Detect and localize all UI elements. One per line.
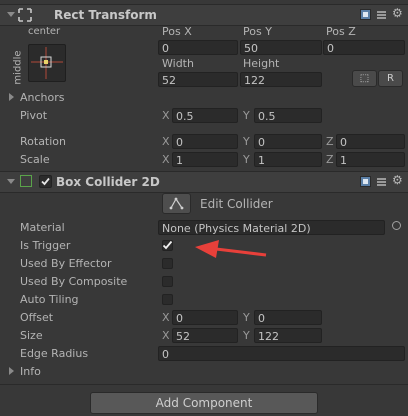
add-component-label: Add Component xyxy=(155,396,253,410)
rect-transform-header[interactable]: Rect Transform ⚙ xyxy=(0,4,408,26)
blueprint-mode-button[interactable]: ⬚ xyxy=(352,70,377,87)
pos-x-field[interactable]: 0 xyxy=(158,40,238,55)
info-label[interactable]: Info xyxy=(20,365,41,378)
help-icon[interactable] xyxy=(360,176,371,187)
size-label: Size xyxy=(20,329,43,342)
box-collider-component-icon xyxy=(20,175,32,187)
rotation-z-axis-label: Z xyxy=(326,135,334,148)
used-by-effector-checkbox[interactable] xyxy=(162,258,173,269)
offset-y-axis-label: Y xyxy=(243,311,250,324)
pivot-y-axis-label: Y xyxy=(243,109,250,122)
scale-x-field[interactable]: 1 xyxy=(172,152,238,167)
auto-tiling-label: Auto Tiling xyxy=(20,293,79,306)
scale-x-axis-label: X xyxy=(162,153,170,166)
material-label: Material xyxy=(20,221,65,234)
rotation-x-field[interactable]: 0 xyxy=(172,134,238,149)
edit-collider-button[interactable] xyxy=(162,193,191,214)
anchor-preset-icon xyxy=(31,47,63,79)
object-picker-icon[interactable] xyxy=(392,221,401,230)
help-icon[interactable] xyxy=(360,9,371,20)
size-x-field[interactable]: 52 xyxy=(172,328,238,343)
pos-z-header: Pos Z xyxy=(326,25,356,38)
offset-x-field[interactable]: 0 xyxy=(172,310,238,325)
foldout-expanded-icon[interactable] xyxy=(7,12,15,17)
size-y-field[interactable]: 122 xyxy=(254,328,322,343)
blueprint-mode-icon: ⬚ xyxy=(359,73,370,84)
is-trigger-label: Is Trigger xyxy=(20,239,71,252)
height-field[interactable]: 122 xyxy=(240,72,322,87)
rotation-y-axis-label: Y xyxy=(243,135,250,148)
pos-z-field[interactable]: 0 xyxy=(323,40,405,55)
material-field[interactable]: None (Physics Material 2D) xyxy=(158,220,385,235)
scale-z-field[interactable]: 1 xyxy=(336,152,405,167)
size-y-axis-label: Y xyxy=(243,329,250,342)
used-by-effector-label: Used By Effector xyxy=(20,257,112,270)
used-by-composite-checkbox[interactable] xyxy=(162,276,173,287)
anchors-label[interactable]: Anchors xyxy=(20,91,65,104)
preset-icon[interactable] xyxy=(376,9,387,20)
pos-y-header: Pos Y xyxy=(243,25,272,38)
pivot-x-field[interactable]: 0.5 xyxy=(172,108,238,123)
checkmark-icon xyxy=(162,240,173,250)
width-header: Width xyxy=(162,57,194,70)
divider xyxy=(0,384,408,385)
scale-y-axis-label: Y xyxy=(243,153,250,166)
checkmark-icon xyxy=(41,177,50,186)
scale-z-axis-label: Z xyxy=(326,153,334,166)
scale-y-field[interactable]: 1 xyxy=(254,152,322,167)
box-collider-header[interactable]: Box Collider 2D ⚙ xyxy=(0,171,408,193)
offset-label: Offset xyxy=(20,311,54,324)
raw-edit-label: R xyxy=(387,73,394,84)
edit-collider-label: Edit Collider xyxy=(200,197,273,211)
component-enabled-checkbox[interactable] xyxy=(39,175,52,188)
anchor-preset-button[interactable] xyxy=(28,44,66,82)
pos-y-field[interactable]: 50 xyxy=(240,40,322,55)
pos-x-header: Pos X xyxy=(162,25,192,38)
box-collider-title: Box Collider 2D xyxy=(56,175,160,189)
raw-edit-button[interactable]: R xyxy=(378,70,403,87)
offset-x-axis-label: X xyxy=(162,311,170,324)
used-by-composite-label: Used By Composite xyxy=(20,275,128,288)
settings-gear-icon[interactable]: ⚙ xyxy=(392,6,403,20)
edge-radius-field[interactable]: 0 xyxy=(158,346,405,361)
scale-label: Scale xyxy=(20,153,50,166)
rotation-x-axis-label: X xyxy=(162,135,170,148)
is-trigger-checkbox[interactable] xyxy=(162,240,173,251)
pivot-x-axis-label: X xyxy=(162,109,170,122)
rotation-z-field[interactable]: 0 xyxy=(336,134,405,149)
auto-tiling-checkbox[interactable] xyxy=(162,294,173,305)
rect-transform-title: Rect Transform xyxy=(54,8,157,22)
settings-gear-icon[interactable]: ⚙ xyxy=(392,173,403,187)
anchors-foldout-icon[interactable] xyxy=(9,93,14,101)
add-component-button[interactable]: Add Component xyxy=(90,392,318,414)
info-foldout-icon[interactable] xyxy=(9,367,14,375)
height-header: Height xyxy=(243,57,280,70)
rotation-label: Rotation xyxy=(20,135,67,148)
pivot-y-field[interactable]: 0.5 xyxy=(254,108,322,123)
foldout-expanded-icon[interactable] xyxy=(7,179,15,184)
edit-collider-icon xyxy=(169,197,184,210)
offset-y-field[interactable]: 0 xyxy=(254,310,322,325)
rotation-y-field[interactable]: 0 xyxy=(254,134,322,149)
preset-icon[interactable] xyxy=(376,176,387,187)
anchor-horizontal-label: center xyxy=(28,26,61,37)
size-x-axis-label: X xyxy=(162,329,170,342)
anchor-vertical-label: middle xyxy=(12,50,24,85)
width-field[interactable]: 52 xyxy=(158,72,238,87)
annotation-arrow xyxy=(195,240,267,258)
pivot-label: Pivot xyxy=(20,109,48,122)
rect-transform-icon xyxy=(18,8,32,22)
edge-radius-label: Edge Radius xyxy=(20,347,89,360)
